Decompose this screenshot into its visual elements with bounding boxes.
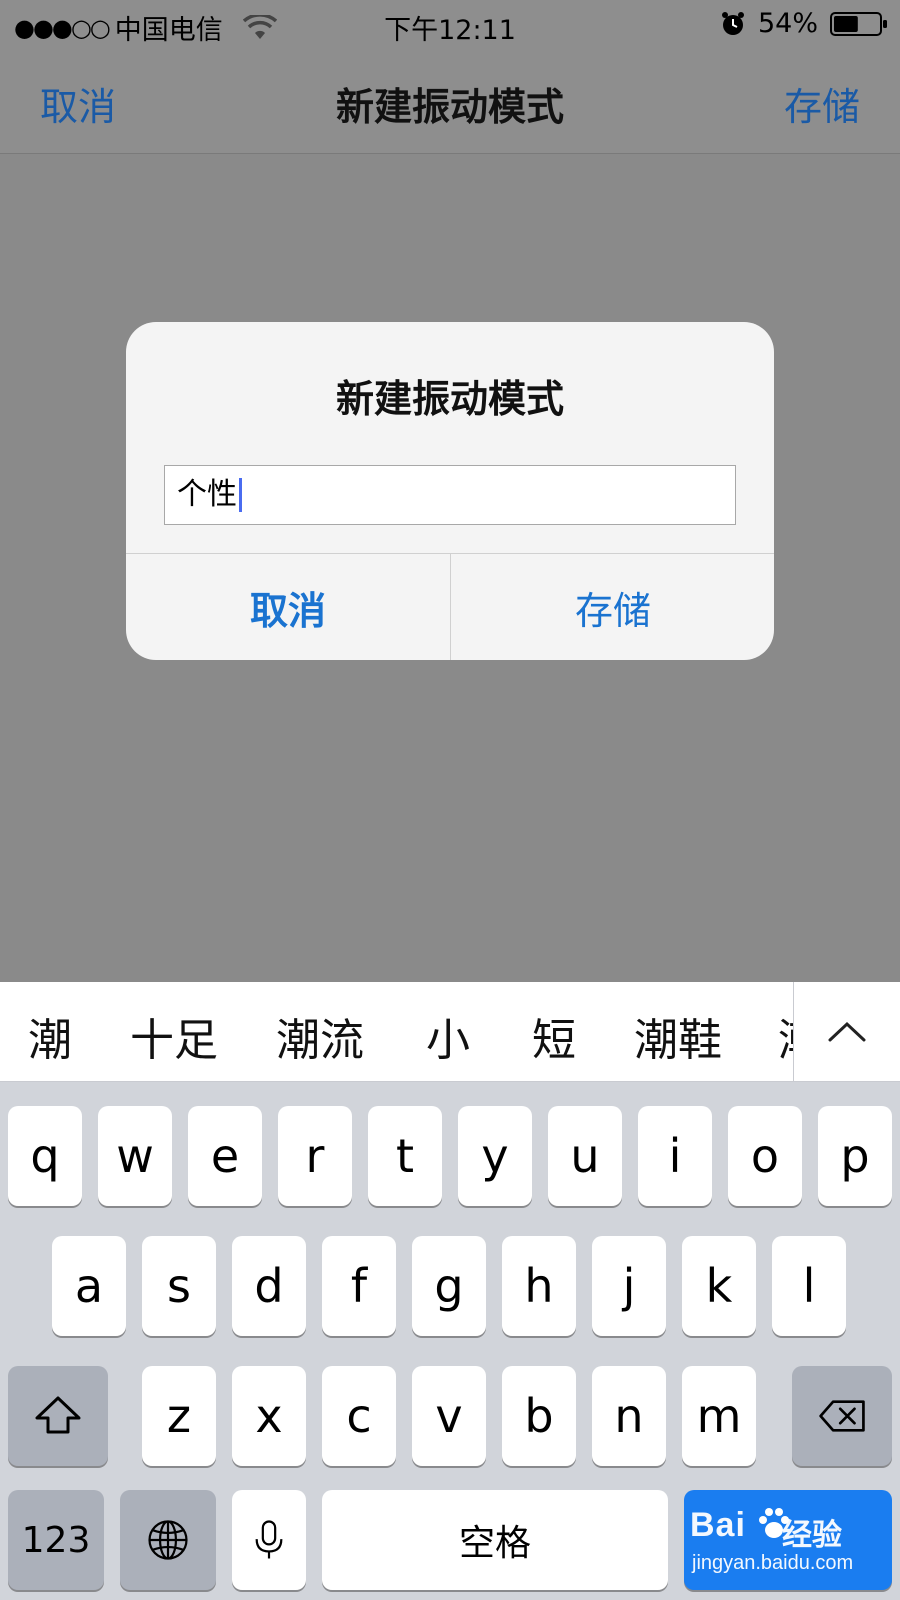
key-h[interactable]: h bbox=[502, 1236, 576, 1336]
candidate-item[interactable]: 十足 bbox=[130, 1004, 218, 1068]
backspace-icon bbox=[819, 1400, 865, 1432]
key-d[interactable]: d bbox=[232, 1236, 306, 1336]
name-input[interactable]: 个性 bbox=[164, 465, 736, 525]
key-label: n bbox=[614, 1389, 644, 1443]
key-label: d bbox=[254, 1259, 284, 1313]
dictation-key[interactable] bbox=[232, 1490, 306, 1590]
key-t[interactable]: t bbox=[368, 1106, 442, 1206]
key-l[interactable]: l bbox=[772, 1236, 846, 1336]
key-q[interactable]: q bbox=[8, 1106, 82, 1206]
key-n[interactable]: n bbox=[592, 1366, 666, 1466]
key-label: a bbox=[74, 1259, 104, 1313]
shift-key[interactable] bbox=[8, 1366, 108, 1466]
watermark-brand: Bai bbox=[690, 1506, 746, 1544]
key-label: o bbox=[750, 1129, 780, 1183]
watermark-url: jingyan.baidu.com bbox=[692, 1552, 854, 1574]
key-j[interactable]: j bbox=[592, 1236, 666, 1336]
key-p[interactable]: p bbox=[818, 1106, 892, 1206]
key-y[interactable]: y bbox=[458, 1106, 532, 1206]
key-label: g bbox=[434, 1259, 464, 1313]
key-label: e bbox=[210, 1129, 240, 1183]
nav-title: 新建振动模式 bbox=[335, 85, 564, 129]
key-label: k bbox=[705, 1259, 733, 1313]
candidate-item[interactable]: 小 bbox=[426, 1004, 470, 1068]
battery-percent: 54% bbox=[757, 8, 818, 39]
key-v[interactable]: v bbox=[412, 1366, 486, 1466]
key-e[interactable]: e bbox=[188, 1106, 262, 1206]
alarm-icon bbox=[721, 11, 744, 35]
candidate-list: 潮 十足 潮流 小 短 潮鞋 潮 bbox=[0, 982, 793, 1082]
key-label: r bbox=[305, 1129, 325, 1183]
candidate-item[interactable]: 短 bbox=[532, 1004, 576, 1068]
globe-icon bbox=[148, 1520, 188, 1560]
expand-candidates-button[interactable] bbox=[794, 982, 900, 1082]
candidate-item[interactable]: 潮流 bbox=[276, 1004, 364, 1068]
key-label: j bbox=[622, 1259, 636, 1313]
candidate-item[interactable]: 潮 bbox=[778, 1004, 793, 1068]
key-label: p bbox=[840, 1129, 870, 1183]
alert-cancel-button[interactable]: 取消 bbox=[126, 554, 450, 660]
key-label: l bbox=[802, 1259, 816, 1313]
key-m[interactable]: m bbox=[682, 1366, 756, 1466]
key-label: v bbox=[435, 1389, 463, 1443]
key-f[interactable]: f bbox=[322, 1236, 396, 1336]
key-b[interactable]: b bbox=[502, 1366, 576, 1466]
candidate-bar: 潮 十足 潮流 小 短 潮鞋 潮 bbox=[0, 982, 900, 1082]
nav-save-button[interactable]: 存储 bbox=[784, 76, 860, 131]
key-label: z bbox=[166, 1389, 192, 1443]
key-label: x bbox=[255, 1389, 283, 1443]
name-input-value: 个性 bbox=[177, 477, 237, 512]
alert-save-button[interactable]: 存储 bbox=[451, 554, 774, 660]
baidu-watermark: Bai 经验 jingyan.baidu.com bbox=[690, 1500, 890, 1592]
key-label: y bbox=[481, 1129, 509, 1183]
chevron-up-icon bbox=[828, 1021, 866, 1042]
key-u[interactable]: u bbox=[548, 1106, 622, 1206]
text-caret bbox=[239, 478, 242, 512]
key-label: i bbox=[668, 1129, 682, 1183]
space-key[interactable]: 空格 bbox=[322, 1490, 668, 1590]
numbers-key[interactable]: 123 bbox=[8, 1490, 104, 1590]
watermark-sub: 经验 bbox=[782, 1519, 842, 1552]
key-label: 123 bbox=[21, 1519, 91, 1561]
key-c[interactable]: c bbox=[322, 1366, 396, 1466]
key-k[interactable]: k bbox=[682, 1236, 756, 1336]
key-i[interactable]: i bbox=[638, 1106, 712, 1206]
key-g[interactable]: g bbox=[412, 1236, 486, 1336]
key-label: h bbox=[524, 1259, 554, 1313]
key-label: m bbox=[696, 1389, 742, 1443]
navigation-bar: 取消 新建振动模式 存储 bbox=[0, 50, 900, 154]
key-x[interactable]: x bbox=[232, 1366, 306, 1466]
key-z[interactable]: z bbox=[142, 1366, 216, 1466]
globe-key[interactable] bbox=[120, 1490, 216, 1590]
shift-icon bbox=[35, 1396, 81, 1434]
key-label: t bbox=[395, 1129, 415, 1183]
key-s[interactable]: s bbox=[142, 1236, 216, 1336]
key-label: s bbox=[167, 1259, 191, 1313]
alert-dialog: 新建振动模式 个性 取消 存储 bbox=[126, 322, 774, 660]
candidate-item[interactable]: 潮鞋 bbox=[634, 1004, 722, 1068]
key-label: u bbox=[570, 1129, 600, 1183]
battery-icon bbox=[830, 11, 887, 36]
key-label: c bbox=[346, 1389, 372, 1443]
key-r[interactable]: r bbox=[278, 1106, 352, 1206]
key-label: 空格 bbox=[458, 1523, 531, 1564]
key-w[interactable]: w bbox=[98, 1106, 172, 1206]
alert-title: 新建振动模式 bbox=[335, 377, 564, 421]
key-label: q bbox=[30, 1129, 60, 1183]
key-label: b bbox=[524, 1389, 554, 1443]
candidate-item[interactable]: 潮 bbox=[28, 1004, 72, 1068]
key-label: f bbox=[350, 1259, 368, 1313]
key-o[interactable]: o bbox=[728, 1106, 802, 1206]
microphone-icon bbox=[255, 1520, 283, 1559]
backspace-key[interactable] bbox=[792, 1366, 892, 1466]
key-a[interactable]: a bbox=[52, 1236, 126, 1336]
status-bar: ●●●○○ 中国电信 下午12:11 54% bbox=[0, 0, 900, 50]
key-label: w bbox=[116, 1129, 154, 1183]
status-right: 54% bbox=[720, 8, 888, 39]
